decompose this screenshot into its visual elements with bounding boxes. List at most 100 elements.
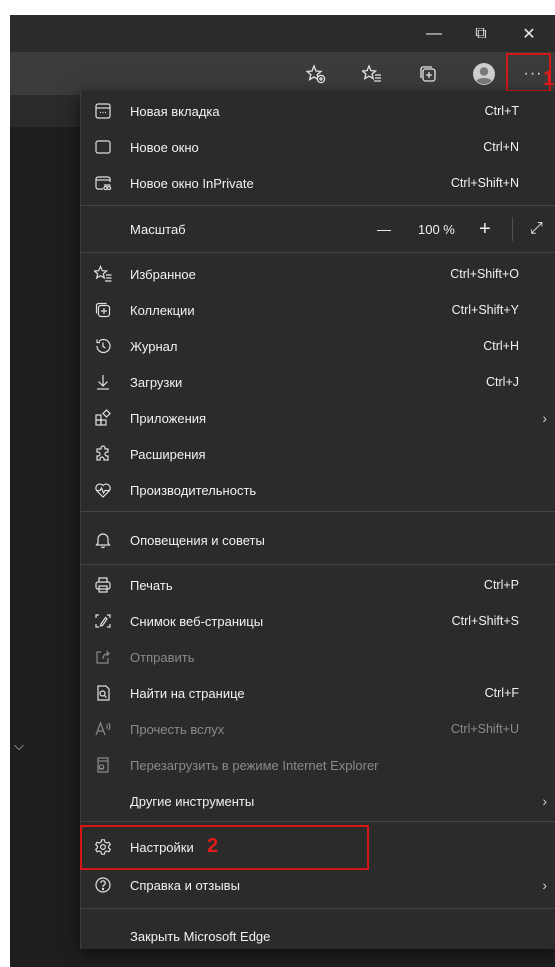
menu-item-label: Снимок веб-страницы <box>130 613 264 629</box>
read-aloud-icon <box>93 719 113 739</box>
menu-item-performance[interactable]: Производительность <box>81 472 555 508</box>
ie-mode-icon <box>93 755 113 775</box>
menu-item-label: Найти на странице <box>130 685 245 701</box>
menu-item-label: Избранное <box>130 266 196 282</box>
menu-item-apps[interactable]: Приложения › <box>81 400 555 436</box>
new-tab-icon <box>93 101 113 121</box>
menu-item-label: Печать <box>130 577 173 593</box>
profile-icon <box>473 62 495 85</box>
menu-item-find[interactable]: Найти на странице Ctrl+F <box>81 675 555 711</box>
restore-icon: ⧉ <box>475 24 487 42</box>
menu-separator <box>81 252 555 253</box>
chevron-right-icon: › <box>542 793 547 809</box>
bell-icon <box>93 530 113 550</box>
menu-item-label: Справка и отзывы <box>130 877 240 893</box>
menu-shortcut: Ctrl+F <box>484 686 519 700</box>
new-window-icon <box>93 137 113 157</box>
print-icon <box>93 575 113 595</box>
extensions-icon <box>93 444 113 464</box>
menu-separator <box>81 564 555 565</box>
menu-item-label: Новое окно <box>130 139 199 155</box>
menu-item-label: Приложения <box>130 410 207 426</box>
browser-toolbar: ··· <box>10 52 555 95</box>
menu-shortcut: Ctrl+Shift+O <box>450 267 519 281</box>
menu-shortcut: Ctrl+Shift+Y <box>451 303 519 317</box>
favorites-button[interactable] <box>352 52 392 95</box>
menu-item-alerts[interactable]: Оповещения и советы <box>81 522 555 558</box>
menu-shortcut: Ctrl+T <box>484 104 519 118</box>
zoom-divider <box>512 217 513 241</box>
menu-item-history[interactable]: Журнал Ctrl+H <box>81 328 555 364</box>
menu-item-help[interactable]: Справка и отзывы › <box>81 867 555 903</box>
menu-shortcut: Ctrl+Shift+S <box>451 614 519 628</box>
performance-icon <box>93 480 113 500</box>
collections-icon <box>93 300 113 320</box>
menu-item-label: Другие инструменты <box>130 793 255 809</box>
menu-separator <box>81 821 555 822</box>
download-icon <box>93 372 113 392</box>
menu-item-label: Коллекции <box>130 302 195 318</box>
menu-item-favorites[interactable]: Избранное Ctrl+Shift+O <box>81 256 555 292</box>
menu-item-label: Расширения <box>130 446 206 462</box>
fullscreen-button[interactable]: ⤢ <box>530 220 543 238</box>
menu-item-new-tab[interactable]: Новая вкладка Ctrl+T <box>81 93 555 129</box>
menu-shortcut: Ctrl+H <box>483 339 519 353</box>
menu-separator <box>81 511 555 512</box>
menu-item-downloads[interactable]: Загрузки Ctrl+J <box>81 364 555 400</box>
menu-item-print[interactable]: Печать Ctrl+P <box>81 567 555 603</box>
menu-item-label: Закрыть Microsoft Edge <box>130 928 271 944</box>
find-icon <box>93 683 113 703</box>
menu-item-ie-mode: Перезагрузить в режиме Internet Explorer <box>81 747 555 783</box>
collections-icon <box>420 65 436 82</box>
menu-separator <box>81 205 555 206</box>
menu-item-extensions[interactable]: Расширения <box>81 436 555 472</box>
chevron-right-icon: › <box>542 410 547 426</box>
menu-item-label: Журнал <box>130 338 178 354</box>
menu-item-share: Отправить <box>81 639 555 675</box>
menu-item-label: Оповещения и советы <box>130 532 265 548</box>
minimize-button[interactable]: — <box>415 15 453 52</box>
settings-and-more-menu: Новая вкладка Ctrl+T Новое окно Ctrl+N Н… <box>80 91 555 949</box>
zoom-value: 100 % <box>418 221 455 237</box>
apps-icon <box>93 408 113 428</box>
menu-shortcut: Ctrl+N <box>483 140 519 154</box>
menu-item-read-aloud: Прочесть вслух Ctrl+Shift+U <box>81 711 555 747</box>
menu-item-screenshot[interactable]: Снимок веб-страницы Ctrl+Shift+S <box>81 603 555 639</box>
zoom-in-button[interactable]: + <box>479 219 491 239</box>
menu-shortcut: Ctrl+Shift+N <box>450 176 519 190</box>
menu-shortcut: Ctrl+P <box>483 578 519 592</box>
profile-button[interactable] <box>464 52 504 95</box>
zoom-out-button[interactable]: — <box>377 221 391 237</box>
menu-item-close-edge[interactable]: Закрыть Microsoft Edge <box>81 918 555 954</box>
help-icon <box>93 875 113 895</box>
inprivate-icon <box>93 173 113 193</box>
menu-separator <box>81 908 555 909</box>
collections-button[interactable] <box>408 52 448 95</box>
add-favorite-icon <box>306 63 326 83</box>
menu-item-zoom: Масштаб — 100 % + ⤢ <box>81 210 555 248</box>
title-bar: — ⧉ ✕ <box>10 15 555 52</box>
close-window-button[interactable]: ✕ <box>510 15 548 52</box>
menu-item-collections[interactable]: Коллекции Ctrl+Shift+Y <box>81 292 555 328</box>
menu-item-label: Производительность <box>130 482 257 498</box>
menu-item-new-window[interactable]: Новое окно Ctrl+N <box>81 129 555 165</box>
menu-item-label: Новая вкладка <box>130 103 220 119</box>
menu-shortcut: Ctrl+J <box>486 375 519 389</box>
menu-item-label: Новое окно InPrivate <box>130 175 254 191</box>
menu-item-inprivate[interactable]: Новое окно InPrivate Ctrl+Shift+N <box>81 165 555 201</box>
history-icon <box>93 336 113 356</box>
annotation-1: 1 <box>543 68 555 90</box>
menu-item-label: Отправить <box>130 649 195 665</box>
highlight-box-settings <box>80 825 369 870</box>
chevron-down-icon[interactable]: ⌵ <box>14 738 24 754</box>
restore-button[interactable]: ⧉ <box>462 15 500 52</box>
add-favorite-button[interactable] <box>296 52 336 95</box>
favorites-icon <box>362 63 381 82</box>
menu-item-label: Перезагрузить в режиме Internet Explorer <box>130 757 379 773</box>
menu-item-more-tools[interactable]: Другие инструменты › <box>81 783 555 819</box>
close-icon: ✕ <box>522 25 536 43</box>
menu-item-label: Загрузки <box>130 374 183 390</box>
menu-shortcut: Ctrl+Shift+U <box>450 722 519 736</box>
zoom-label: Масштаб <box>130 221 186 237</box>
favorites-icon <box>93 264 113 284</box>
